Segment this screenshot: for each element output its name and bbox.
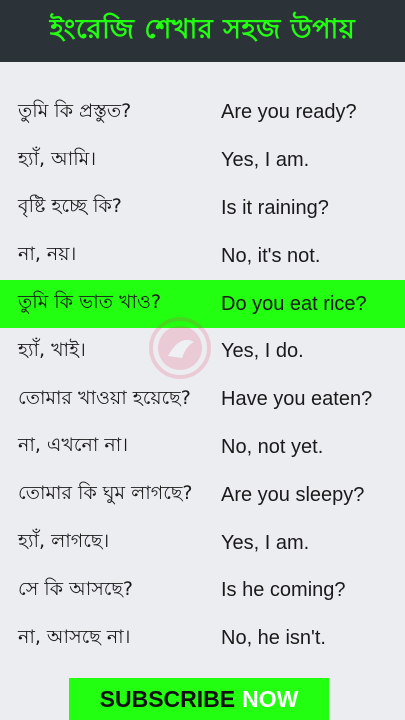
english-phrase: Are you sleepy? — [221, 483, 365, 506]
now-label: NOW — [242, 685, 299, 712]
bengali-phrase: তুমি কি প্রস্তুত? — [18, 99, 132, 122]
phrase-row: বৃষ্টি হচ্ছে কি? Is it raining? — [0, 185, 405, 233]
bengali-phrase: তোমার কি ঘুম লাগছে? — [18, 482, 193, 505]
bengali-phrase: সে কি আসছে? — [18, 577, 134, 600]
phrase-row: তোমার খাওয়া হয়েছে? Have you eaten? — [0, 376, 405, 424]
english-phrase: No, not yet. — [221, 435, 324, 458]
header-bar: ইংরেজি শেখার সহজ উপায় — [0, 0, 405, 62]
english-phrase: Yes, I do. — [221, 340, 304, 363]
phrase-row: না, নয়। No, it's not. — [0, 232, 405, 280]
phrase-row: না, আসছে না। No, he isn't. — [0, 615, 405, 663]
english-phrase: No, he isn't. — [221, 627, 326, 650]
english-phrase: Have you eaten? — [221, 388, 373, 411]
phrase-row: হ্যাঁ, লাগছে। Yes, I am. — [0, 519, 405, 567]
english-phrase: Are you ready? — [221, 101, 357, 124]
english-phrase: Yes, I am. — [221, 531, 310, 554]
phrase-row: না, এখনো না। No, not yet. — [0, 424, 405, 472]
bengali-phrase: বৃষ্টি হচ্ছে কি? — [18, 195, 122, 218]
phrase-row: তুমি কি প্রস্তুত? Are you ready? — [0, 89, 405, 137]
bengali-phrase: হ্যাঁ, লাগছে। — [18, 530, 110, 553]
bengali-phrase: না, নয়। — [18, 243, 77, 266]
bengali-phrase: না, আসছে না। — [18, 625, 131, 648]
page-title: ইংরেজি শেখার সহজ উপায় — [49, 13, 356, 45]
bengali-phrase: তোমার খাওয়া হয়েছে? — [18, 386, 191, 409]
english-phrase: No, it's not. — [221, 244, 321, 267]
subscribe-label: SUBSCRIBE — [99, 685, 236, 712]
phrase-row: সে কি আসছে? Is he coming? — [0, 567, 405, 615]
bengali-phrase: হ্যাঁ, আমি। — [18, 147, 97, 170]
english-phrase: Is he coming? — [221, 579, 346, 602]
bengali-phrase: না, এখনো না। — [18, 434, 129, 457]
english-phrase: Yes, I am. — [221, 149, 310, 172]
english-phrase: Do you eat rice? — [221, 292, 367, 315]
channel-logo-watermark-icon — [149, 317, 211, 379]
subscribe-button[interactable]: SUBSCRIBE NOW — [69, 678, 329, 720]
english-phrase: Is it raining? — [221, 196, 329, 219]
phrase-row: তোমার কি ঘুম লাগছে? Are you sleepy? — [0, 471, 405, 519]
phrase-row: হ্যাঁ, আমি। Yes, I am. — [0, 137, 405, 185]
